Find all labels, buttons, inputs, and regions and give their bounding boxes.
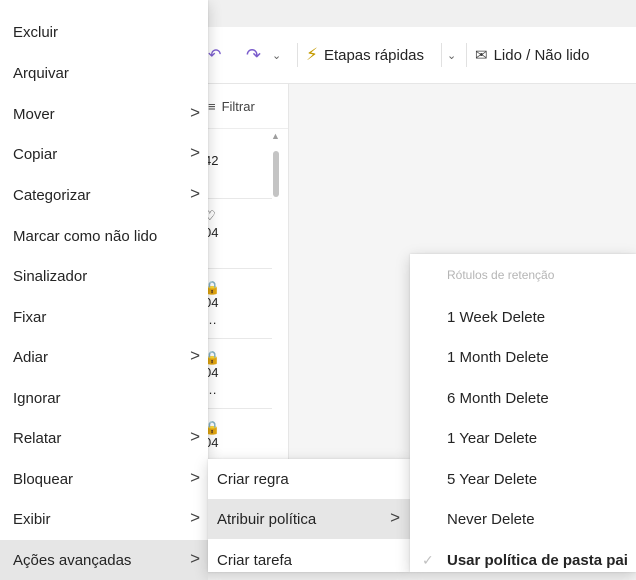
- chevron-right-icon: >: [190, 103, 200, 122]
- menu-item-label: Sinalizador: [13, 267, 88, 285]
- menu-item-relatar[interactable]: Relatar >: [0, 418, 208, 458]
- filter-icon: ≡: [208, 98, 216, 114]
- read-unread-label: Lido / Não lido: [493, 46, 590, 64]
- menu-item-marcar-nao-lido[interactable]: Marcar como não lido: [0, 216, 208, 256]
- policy-submenu: Rótulos de retenção 1 Week Delete 1 Mont…: [410, 254, 636, 572]
- menu-item-label: Copiar: [13, 145, 58, 163]
- menu-item-label: Ações avançadas: [13, 551, 132, 569]
- menu-item-never-delete[interactable]: Never Delete: [410, 499, 636, 539]
- menu-item-categorizar[interactable]: Categorizar >: [0, 175, 208, 215]
- chevron-right-icon: >: [190, 427, 200, 446]
- menu-item-label: 1 Month Delete: [447, 348, 549, 366]
- menu-item-label: 6 Month Delete: [447, 389, 549, 407]
- menu-item-label: Ignorar: [13, 389, 61, 407]
- menu-item-mover[interactable]: Mover >: [0, 94, 208, 134]
- chevron-right-icon: >: [190, 468, 200, 487]
- read-unread-button[interactable]: ✉ Lido / Não lido: [475, 27, 589, 83]
- menu-item-exibir[interactable]: Exibir >: [0, 499, 208, 539]
- menu-item-label: 5 Year Delete: [447, 470, 538, 488]
- menu-item-label: 1 Week Delete: [447, 308, 546, 326]
- menu-item-label: Adiar: [13, 348, 49, 366]
- menu-item-label: Relatar: [13, 429, 62, 447]
- chevron-right-icon: >: [390, 508, 400, 527]
- list-item[interactable]: 🔒 04…: [204, 268, 272, 339]
- chevron-right-icon: >: [190, 508, 200, 527]
- filter-button[interactable]: ≡ Filtrar: [208, 84, 288, 129]
- menu-item-adiar[interactable]: Adiar >: [0, 337, 208, 377]
- toolbar-separator: [466, 43, 467, 67]
- retention-labels-header: Rótulos de retenção: [447, 268, 555, 282]
- undo-icon[interactable]: ↶: [208, 27, 221, 83]
- context-menu: Excluir Arquivar Mover > Copiar > Categori…: [0, 0, 208, 580]
- menu-item-label: Mover: [13, 105, 55, 123]
- menu-item-usar-politica-pasta-pai[interactable]: ✓ Usar política de pasta pai: [410, 540, 636, 580]
- menu-item-sinalizador[interactable]: Sinalizador: [0, 256, 208, 296]
- chevron-right-icon: >: [190, 143, 200, 162]
- menu-item-label: Marcar como não lido: [13, 227, 158, 245]
- menu-item-label: Criar regra: [217, 470, 289, 488]
- list-item[interactable]: 42: [204, 128, 272, 199]
- scrollbar[interactable]: ▲: [267, 131, 281, 481]
- menu-item-fixar[interactable]: Fixar: [0, 297, 208, 337]
- menu-item-label: Categorizar: [13, 186, 91, 204]
- menu-item-label: Excluir: [13, 23, 59, 41]
- envelope-open-icon: ✉: [475, 47, 488, 64]
- menu-item-label: Fixar: [13, 308, 47, 326]
- list-item[interactable]: 🔒 04…: [204, 338, 272, 409]
- menu-item-atribuir-politica[interactable]: Atribuir política >: [208, 499, 410, 539]
- filter-label: Filtrar: [221, 98, 255, 114]
- quick-steps-dropdown-icon[interactable]: ⌄: [447, 27, 456, 83]
- menu-item-5-year-delete[interactable]: 5 Year Delete: [410, 459, 636, 499]
- menu-item-acoes-avancadas[interactable]: Ações avançadas >: [0, 540, 208, 580]
- quick-steps-button[interactable]: ⚡ Etapas rápidas: [306, 27, 424, 83]
- chevron-right-icon: >: [190, 184, 200, 203]
- menu-item-copiar[interactable]: Copiar >: [0, 134, 208, 174]
- menu-item-label: Atribuir política: [217, 510, 317, 528]
- menu-item-label: Exibir: [13, 510, 51, 528]
- menu-item-criar-tarefa[interactable]: Criar tarefa: [208, 540, 410, 580]
- menu-item-ignorar[interactable]: Ignorar: [0, 378, 208, 418]
- list-item[interactable]: ♡ 04: [204, 198, 272, 269]
- menu-item-label: Usar política de pasta pai: [447, 551, 628, 569]
- menu-item-label: Bloquear: [13, 470, 74, 488]
- checkmark-icon: ✓: [422, 551, 434, 568]
- menu-item-label: 1 Year Delete: [447, 429, 538, 447]
- advanced-actions-submenu: Criar regra Atribuir política > Criar tar…: [208, 459, 410, 572]
- toolbar-separator: [297, 43, 298, 67]
- redo-dropdown-icon[interactable]: ⌄: [272, 27, 281, 83]
- menu-item-1-year-delete[interactable]: 1 Year Delete: [410, 418, 636, 458]
- menu-item-label: Criar tarefa: [217, 551, 293, 569]
- menu-item-criar-regra[interactable]: Criar regra: [208, 459, 410, 499]
- chevron-right-icon: >: [190, 346, 200, 365]
- menu-item-1-month-delete[interactable]: 1 Month Delete: [410, 337, 636, 377]
- redo-icon[interactable]: ↷: [246, 27, 261, 83]
- menu-item-1-week-delete[interactable]: 1 Week Delete: [410, 297, 636, 337]
- menu-item-label: Arquivar: [13, 64, 69, 82]
- lightning-icon: ⚡: [306, 45, 318, 64]
- menu-item-6-month-delete[interactable]: 6 Month Delete: [410, 378, 636, 418]
- quick-steps-label: Etapas rápidas: [323, 46, 425, 64]
- menu-item-excluir[interactable]: Excluir: [0, 12, 208, 52]
- menu-item-label: Never Delete: [447, 510, 535, 528]
- scroll-up-icon[interactable]: ▲: [271, 131, 280, 141]
- chevron-right-icon: >: [190, 549, 200, 568]
- scrollbar-thumb[interactable]: [273, 151, 279, 197]
- toolbar-separator: [441, 43, 442, 67]
- menu-item-arquivar[interactable]: Arquivar: [0, 53, 208, 93]
- menu-item-bloquear[interactable]: Bloquear >: [0, 459, 208, 499]
